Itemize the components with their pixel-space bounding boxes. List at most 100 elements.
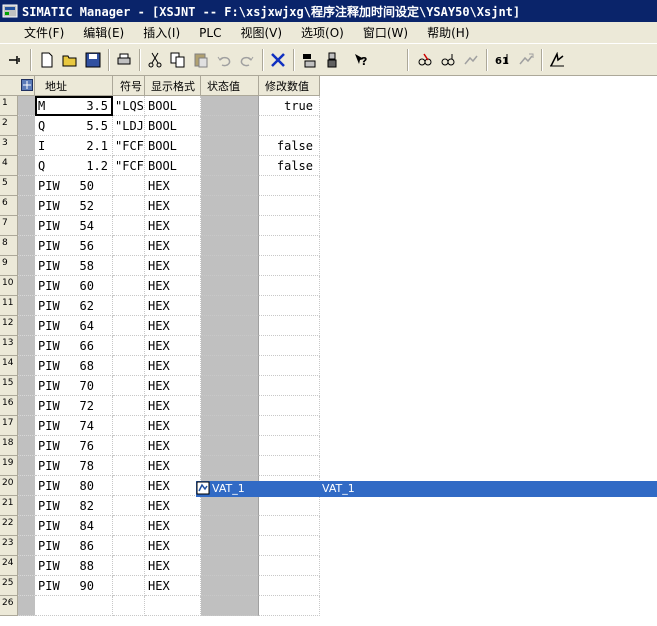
address-cell[interactable]: Q 5.5 xyxy=(35,116,113,136)
address-cell[interactable]: PIW 70 xyxy=(35,376,113,396)
table-row[interactable]: 19 PIW 78 HEX xyxy=(0,456,320,476)
row-number[interactable]: 3 xyxy=(0,136,18,156)
modify-value-cell[interactable] xyxy=(259,436,320,456)
symbol-cell[interactable] xyxy=(113,476,145,496)
display-format-cell[interactable]: BOOL xyxy=(145,96,201,116)
address-cell[interactable]: PIW 76 xyxy=(35,436,113,456)
modify-value-cell[interactable] xyxy=(259,496,320,516)
table-row[interactable]: 3 I 2.1 "FCF BOOL false xyxy=(0,136,320,156)
modify-now-icon[interactable] xyxy=(546,49,568,71)
row-number[interactable]: 4 xyxy=(0,156,18,176)
download-icon[interactable] xyxy=(298,49,320,71)
row-number[interactable]: 15 xyxy=(0,376,18,396)
column-header-symbol[interactable]: 符号 xyxy=(113,76,145,96)
display-format-cell[interactable]: HEX xyxy=(145,336,201,356)
display-format-cell[interactable]: HEX xyxy=(145,536,201,556)
display-format-cell[interactable]: HEX xyxy=(145,176,201,196)
modify-icon[interactable]: 61 xyxy=(492,49,514,71)
row-number[interactable]: 12 xyxy=(0,316,18,336)
display-format-cell[interactable]: HEX xyxy=(145,416,201,436)
glasses-variable-icon[interactable] xyxy=(437,49,459,71)
symbol-cell[interactable] xyxy=(113,316,145,336)
address-cell[interactable]: PIW 72 xyxy=(35,396,113,416)
table-row[interactable]: 21 PIW 82 HEX xyxy=(0,496,320,516)
table-row[interactable]: 26 xyxy=(0,596,320,616)
address-cell[interactable]: PIW 84 xyxy=(35,516,113,536)
row-number[interactable]: 11 xyxy=(0,296,18,316)
row-number[interactable]: 22 xyxy=(0,516,18,536)
display-format-cell[interactable]: BOOL xyxy=(145,156,201,176)
table-row[interactable]: 12 PIW 64 HEX xyxy=(0,316,320,336)
row-number[interactable]: 23 xyxy=(0,536,18,556)
table-row[interactable]: 17 PIW 74 HEX xyxy=(0,416,320,436)
display-format-cell[interactable]: HEX xyxy=(145,576,201,596)
table-row[interactable]: 14 PIW 68 HEX xyxy=(0,356,320,376)
menu-plc[interactable]: PLC xyxy=(189,26,230,40)
modify-value-cell[interactable] xyxy=(259,116,320,136)
modify-value-cell[interactable] xyxy=(259,176,320,196)
address-cell[interactable]: I 2.1 xyxy=(35,136,113,156)
column-header-display-format[interactable]: 显示格式 xyxy=(145,76,201,96)
table-row[interactable]: 2 Q 5.5 "LDJ BOOL xyxy=(0,116,320,136)
row-number[interactable]: 17 xyxy=(0,416,18,436)
address-cell[interactable]: PIW 50 xyxy=(35,176,113,196)
row-number[interactable]: 19 xyxy=(0,456,18,476)
row-number[interactable]: 20 xyxy=(0,476,18,496)
paste-icon[interactable] xyxy=(190,49,212,71)
table-row[interactable]: 9 PIW 58 HEX xyxy=(0,256,320,276)
modify-value-cell[interactable] xyxy=(259,276,320,296)
display-format-cell[interactable]: HEX xyxy=(145,436,201,456)
modify-value-cell[interactable] xyxy=(259,356,320,376)
address-cell[interactable]: PIW 78 xyxy=(35,456,113,476)
symbol-cell[interactable] xyxy=(113,176,145,196)
redo-icon[interactable] xyxy=(236,49,258,71)
row-number[interactable]: 8 xyxy=(0,236,18,256)
display-format-cell[interactable]: HEX xyxy=(145,476,201,496)
row-number[interactable]: 14 xyxy=(0,356,18,376)
display-format-cell[interactable]: HEX xyxy=(145,236,201,256)
table-row[interactable]: 4 Q 1.2 "FCF BOOL false xyxy=(0,156,320,176)
table-row[interactable]: 6 PIW 52 HEX xyxy=(0,196,320,216)
address-cell[interactable]: PIW 62 xyxy=(35,296,113,316)
row-number[interactable]: 25 xyxy=(0,576,18,596)
table-row[interactable]: 13 PIW 66 HEX xyxy=(0,336,320,356)
symbol-cell[interactable] xyxy=(113,496,145,516)
row-number[interactable]: 16 xyxy=(0,396,18,416)
display-format-cell[interactable]: HEX xyxy=(145,276,201,296)
display-format-cell[interactable]: HEX xyxy=(145,516,201,536)
symbol-cell[interactable] xyxy=(113,596,145,616)
address-cell[interactable]: Q 1.2 xyxy=(35,156,113,176)
column-header-address[interactable]: 地址 xyxy=(35,76,113,96)
menu-options[interactable]: 选项(O) xyxy=(291,24,353,41)
modify-value-cell[interactable]: false xyxy=(259,156,320,176)
address-cell[interactable] xyxy=(35,596,113,616)
modify-value-cell[interactable] xyxy=(259,396,320,416)
display-format-cell[interactable]: HEX xyxy=(145,256,201,276)
modify-value-cell[interactable] xyxy=(259,596,320,616)
address-cell[interactable]: PIW 80 xyxy=(35,476,113,496)
modify-value-cell[interactable] xyxy=(259,516,320,536)
table-row[interactable]: 5 PIW 50 HEX xyxy=(0,176,320,196)
symbol-cell[interactable] xyxy=(113,196,145,216)
symbol-cell[interactable] xyxy=(113,236,145,256)
table-corner[interactable] xyxy=(0,76,35,96)
address-cell[interactable]: PIW 90 xyxy=(35,576,113,596)
modify-value-cell[interactable] xyxy=(259,376,320,396)
symbol-cell[interactable] xyxy=(113,216,145,236)
symbol-cell[interactable] xyxy=(113,556,145,576)
row-number[interactable]: 7 xyxy=(0,216,18,236)
row-number[interactable]: 24 xyxy=(0,556,18,576)
modify-value-cell[interactable] xyxy=(259,536,320,556)
modify-value-cell[interactable] xyxy=(259,316,320,336)
symbol-cell[interactable] xyxy=(113,516,145,536)
modify-value-cell[interactable]: false xyxy=(259,136,320,156)
display-format-cell[interactable]: HEX xyxy=(145,196,201,216)
monitor-icon[interactable] xyxy=(321,49,343,71)
display-format-cell[interactable]: HEX xyxy=(145,216,201,236)
menu-help[interactable]: 帮助(H) xyxy=(417,24,478,41)
symbol-cell[interactable] xyxy=(113,456,145,476)
force-icon[interactable] xyxy=(515,49,537,71)
display-format-cell[interactable]: HEX xyxy=(145,356,201,376)
modify-value-cell[interactable] xyxy=(259,216,320,236)
table-row[interactable]: 1 M 3.5 "LQS BOOL true xyxy=(0,96,320,116)
